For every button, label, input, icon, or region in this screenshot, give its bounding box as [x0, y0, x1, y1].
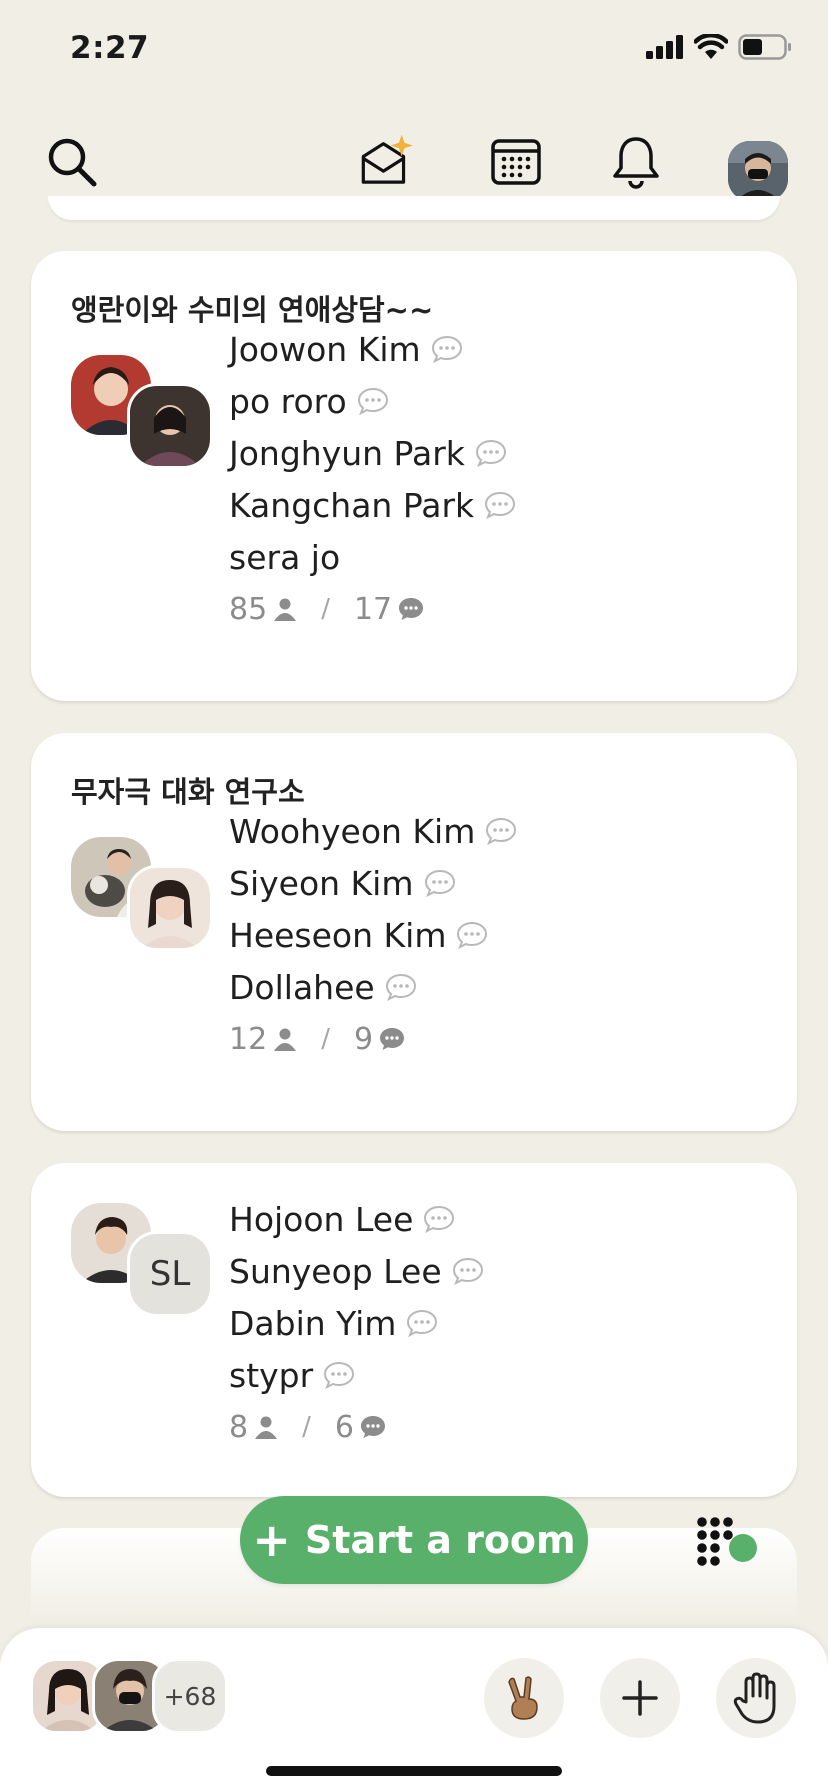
search-button[interactable] — [40, 130, 104, 194]
avatar-initials: SL — [149, 1254, 191, 1294]
plus-icon — [622, 1680, 658, 1716]
avatar: SL — [127, 1231, 213, 1317]
speaking-bubble-icon — [484, 491, 516, 519]
invite-button[interactable] — [356, 130, 420, 194]
profile-photo — [728, 141, 788, 201]
listener-count: 8 — [229, 1409, 249, 1445]
status-icons — [646, 34, 792, 60]
speaking-bubble-icon — [423, 1205, 455, 1233]
room-speakers: Joowon Kim po roro Jonghyun Park Kangcha… — [229, 323, 516, 635]
speaking-bubble-icon — [431, 335, 463, 363]
speaker-row: Kangchan Park — [229, 479, 516, 531]
leave-quietly-button[interactable] — [484, 1658, 564, 1738]
speaking-bubble-icon — [424, 869, 456, 897]
speaking-bubble-icon — [385, 973, 417, 1001]
backchannel-button[interactable] — [696, 1516, 760, 1572]
home-indicator — [266, 1766, 562, 1776]
room-avatars: SL — [71, 1203, 213, 1323]
room-counts: 12 / 9 — [229, 1013, 517, 1065]
avatar — [127, 383, 213, 469]
room-card[interactable]: SL Hojoon Lee Sunyeop Lee Dabin Yim styp… — [31, 1163, 797, 1497]
chat-bubble-icon — [360, 1416, 385, 1438]
room-avatars — [71, 837, 213, 957]
more-listeners-badge: +68 — [152, 1658, 228, 1734]
dots-grid-icon — [697, 1517, 757, 1566]
speaker-row: Siyeon Kim — [229, 857, 517, 909]
speaker-name: Siyeon Kim — [229, 863, 414, 903]
status-time: 2:27 — [70, 30, 150, 66]
person-icon — [274, 598, 297, 621]
speaking-bubble-icon — [452, 1257, 484, 1285]
speaker-row: Sunyeop Lee — [229, 1245, 484, 1297]
speaker-name: Woohyeon Kim — [229, 811, 476, 851]
previous-room-card-edge — [48, 196, 780, 220]
raise-hand-button[interactable] — [716, 1658, 796, 1738]
speaker-name: Dollahee — [229, 967, 375, 1007]
speaker-row: stypr — [229, 1349, 484, 1401]
speaker-row: Hojoon Lee — [229, 1193, 484, 1245]
divider-slash: / — [302, 1412, 311, 1442]
chat-count: 6 — [334, 1409, 354, 1445]
listener-count: 85 — [229, 591, 268, 627]
speaker-row: Joowon Kim — [229, 323, 516, 375]
chat-bubble-icon — [399, 598, 424, 620]
raised-hand-icon — [733, 1672, 776, 1724]
start-room-label: Start a room — [304, 1518, 576, 1562]
speaker-name: Jonghyun Park — [229, 433, 465, 473]
speaker-name: stypr — [229, 1355, 314, 1395]
battery-icon — [738, 34, 791, 60]
room-card[interactable]: 무자극 대화 연구소 Woohyeon Kim Siyeon Kim Heese… — [31, 733, 797, 1131]
profile-avatar[interactable] — [728, 141, 788, 201]
speaker-row: Woohyeon Kim — [229, 805, 517, 857]
speaker-name: Joowon Kim — [229, 329, 421, 369]
speaker-row: Jonghyun Park — [229, 427, 516, 479]
chat-count: 9 — [353, 1021, 374, 1057]
speaker-name: Hojoon Lee — [229, 1199, 414, 1239]
status-bar: 2:27 — [0, 0, 828, 100]
speaker-name: Sunyeop Lee — [229, 1251, 442, 1291]
chat-count: 17 — [353, 591, 393, 627]
peace-hand-icon — [508, 1676, 538, 1720]
search-icon — [48, 138, 97, 187]
person-icon — [274, 1028, 297, 1051]
speaker-row: Heeseon Kim — [229, 909, 517, 961]
start-room-button[interactable]: + Start a room — [240, 1496, 588, 1584]
room-counts: 85 / 17 — [229, 583, 516, 635]
speaking-bubble-icon — [323, 1361, 355, 1389]
wifi-icon — [694, 34, 728, 59]
bell-icon — [613, 137, 659, 189]
avatar — [127, 865, 213, 951]
room-speakers: Hojoon Lee Sunyeop Lee Dabin Yim stypr 8… — [229, 1193, 484, 1453]
cellular-signal-icon — [646, 35, 683, 59]
speaker-row: sera jo — [229, 531, 516, 583]
room-avatars — [71, 355, 213, 475]
chat-bubble-icon — [380, 1028, 405, 1050]
speaker-name: po roro — [229, 381, 347, 421]
calendar-button[interactable] — [484, 130, 548, 194]
divider-slash: / — [321, 594, 330, 624]
speaker-row: Dabin Yim — [229, 1297, 484, 1349]
speaking-bubble-icon — [357, 387, 389, 415]
speaking-bubble-icon — [406, 1309, 438, 1337]
calendar-icon — [491, 139, 541, 185]
speaker-name: Heeseon Kim — [229, 915, 447, 955]
room-speakers: Woohyeon Kim Siyeon Kim Heeseon Kim Doll… — [229, 805, 517, 1065]
room-card[interactable]: 앵란이와 수미의 연애상담~~ Joowon Kim po roro Jongh… — [31, 251, 797, 701]
plus-icon: + — [252, 1513, 291, 1567]
speaker-row: Dollahee — [229, 961, 517, 1013]
speaker-name: Kangchan Park — [229, 485, 475, 525]
speaker-name: sera jo — [229, 537, 341, 577]
add-people-button[interactable] — [600, 1658, 680, 1738]
person-icon — [255, 1416, 278, 1439]
speaking-bubble-icon — [485, 817, 517, 845]
room-counts: 8 / 6 — [229, 1401, 484, 1453]
speaking-bubble-icon — [475, 439, 507, 467]
speaker-row: po roro — [229, 375, 516, 427]
listener-count: 12 — [229, 1021, 268, 1057]
speaking-bubble-icon — [456, 921, 488, 949]
divider-slash: / — [321, 1024, 330, 1054]
speaker-name: Dabin Yim — [229, 1303, 397, 1343]
notifications-button[interactable] — [604, 130, 668, 194]
envelope-sparkle-icon — [361, 134, 413, 184]
